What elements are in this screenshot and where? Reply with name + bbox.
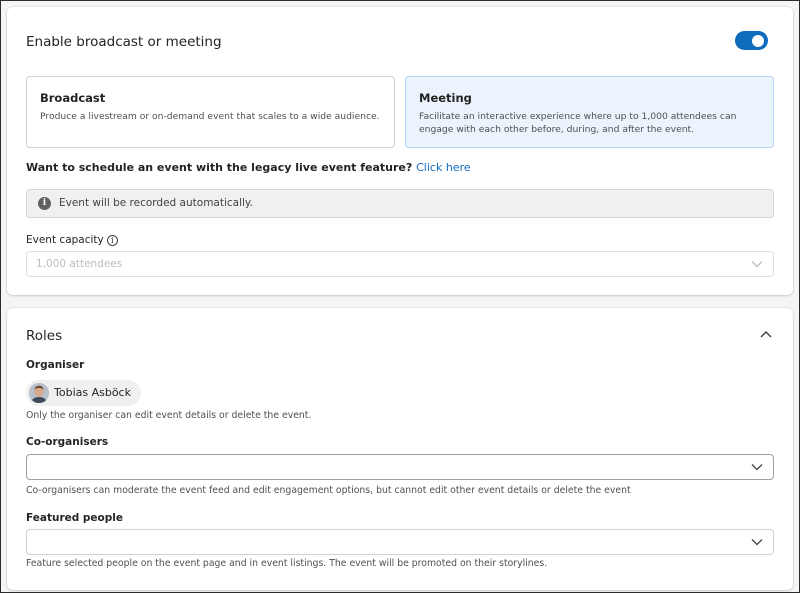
roles-card: Roles Organiser Tobias Asböck Only the o… [7,308,793,590]
enable-broadcast-toggle[interactable] [735,31,768,50]
organiser-name: Tobias Asböck [54,386,131,399]
featured-people-label: Featured people [26,512,124,524]
legacy-prompt-text: Want to schedule an event with the legac… [26,161,413,174]
featured-people-help-text: Feature selected people on the event pag… [26,558,548,569]
option-description: Facilitate an interactive experience whe… [419,111,737,135]
event-capacity-dropdown[interactable]: 1,000 attendees [26,251,774,277]
legacy-prompt: Want to schedule an event with the legac… [26,161,471,174]
organiser-label: Organiser [26,359,85,371]
avatar [29,383,49,403]
window-frame: Enable broadcast or meeting Broadcast Pr… [0,0,800,593]
event-capacity-label: Event capacity i [26,234,118,246]
info-message-bar: i Event will be recorded automatically. [26,189,774,218]
option-title: Meeting [419,91,472,105]
coorganisers-picker[interactable] [26,454,774,480]
organiser-persona: Tobias Asböck [26,380,141,406]
chevron-down-icon [751,464,763,471]
legacy-click-here-link[interactable]: Click here [416,161,471,174]
info-message-text: Event will be recorded automatically. [59,197,253,209]
section-title: Enable broadcast or meeting [26,34,222,50]
chevron-down-icon [751,539,763,546]
coorganisers-label: Co-organisers [26,436,109,448]
event-capacity-label-text: Event capacity [26,234,104,246]
chevron-down-icon [751,261,763,268]
info-icon: i [38,197,51,210]
option-broadcast[interactable]: Broadcast Produce a livestream or on-dem… [26,76,395,148]
featured-people-picker[interactable] [26,529,774,555]
coorganisers-help-text: Co-organisers can moderate the event fee… [26,485,631,496]
roles-title: Roles [26,328,63,344]
event-capacity-value: 1,000 attendees [36,258,123,270]
info-outline-icon[interactable]: i [106,235,118,246]
option-title: Broadcast [40,91,106,105]
option-description: Produce a livestream or on-demand event … [40,111,380,122]
option-meeting[interactable]: Meeting Facilitate an interactive experi… [405,76,774,148]
organiser-help-text: Only the organiser can edit event detail… [26,410,312,421]
chevron-up-icon[interactable] [759,328,773,340]
broadcast-settings-card: Enable broadcast or meeting Broadcast Pr… [7,7,793,295]
toggle-knob [752,34,764,47]
